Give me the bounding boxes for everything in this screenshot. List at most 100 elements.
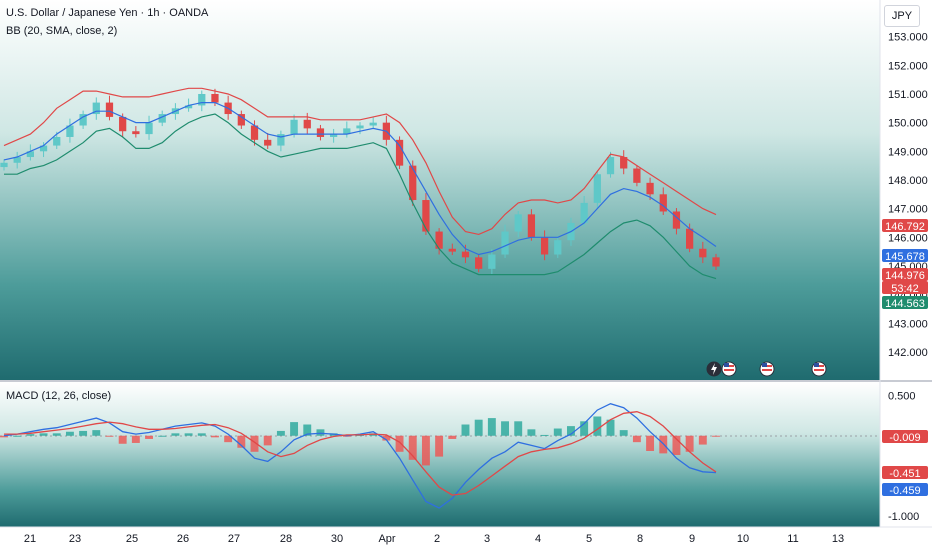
macd-histogram-bar [184,433,193,436]
time-tick-label: 30 [331,533,343,545]
macd-histogram-bar [92,430,101,436]
time-tick-label: 26 [177,533,189,545]
flag-canton [814,363,819,367]
macd-histogram-bar [646,435,655,451]
candle-body [646,182,654,195]
chart-canvas[interactable]: 142.000143.000144.000145.000146.000147.0… [0,0,932,550]
macd-histogram-bar [487,418,496,436]
flag-stripe [724,369,734,371]
time-tick-label: 2 [434,533,440,545]
macd-tick-label: -1.000 [888,511,919,523]
candle-body [488,254,496,269]
macd-tick-label: 0.500 [888,391,916,403]
candle-body [145,122,153,135]
price-label-text: 146.792 [885,221,925,233]
macd-histogram-bar [435,435,444,457]
macd-label-text: -0.459 [889,485,920,497]
candle-body [0,162,8,168]
price-tick-label: 149.000 [888,146,928,158]
macd-histogram-bar [13,435,22,437]
price-label-text: 144.976 [885,270,925,282]
macd-histogram-bar [158,435,167,437]
candle-body [461,251,470,258]
candle-body [211,93,219,103]
macd-histogram-bar [263,435,272,446]
candle-body [659,194,667,212]
price-tick-label: 148.000 [888,175,928,187]
macd-histogram-bar [211,435,219,438]
price-tick-label: 151.000 [888,89,928,101]
candle-body [422,200,430,232]
candle-body [53,136,61,146]
macd-histogram-bar [118,435,127,444]
price-tick-label: 150.000 [888,118,928,130]
candle-body [514,214,522,232]
price-label-text: 53:42 [891,283,919,295]
time-tick-label: 4 [535,533,541,545]
macd-label-text: -0.009 [889,432,920,444]
macd-histogram-bar [698,435,707,445]
macd-histogram-bar [553,428,562,436]
macd-legend[interactable]: MACD (12, 26, close) [6,390,111,402]
price-tick-label: 153.000 [888,32,928,44]
macd-histogram-bar [79,430,88,436]
candle-body [593,174,601,203]
candle-body [448,248,456,252]
time-tick-label: 23 [69,533,81,545]
price-tick-label: 143.000 [888,318,928,330]
macd-histogram-bar [39,433,48,436]
macd-histogram-bar [448,435,457,439]
time-tick-label: 8 [637,533,643,545]
candle-body [119,116,127,132]
time-tick-label: 10 [737,533,749,545]
macd-label-text: -0.451 [889,468,920,480]
chart-title: U.S. Dollar / Japanese Yen · 1h · OANDA [6,7,209,19]
candle-body [527,214,536,238]
time-tick-label: 3 [484,533,490,545]
macd-histogram-bar [26,434,35,436]
macd-histogram-bar [421,435,430,466]
candle-body [712,257,720,267]
candle-body [303,119,311,129]
price-label-text: 145.678 [885,251,925,263]
time-tick-label: 13 [832,533,844,545]
macd-histogram-bar [474,419,483,436]
candle-body [435,231,443,249]
macd-histogram-bar [395,435,404,452]
price-label-text: 144.563 [885,298,925,310]
time-tick-label: 9 [689,533,695,545]
price-pane-bg [0,0,880,380]
macd-histogram-bar [514,421,523,436]
macd-histogram-bar [527,429,536,436]
price-tick-label: 142.000 [888,347,928,359]
macd-histogram-bar [290,422,299,436]
candle-body [409,165,417,201]
bb-legend[interactable]: BB (20, SMA, close, 2) [6,25,117,37]
macd-histogram-bar [316,429,325,436]
price-tick-label: 147.000 [888,204,928,216]
candle-body [105,102,114,117]
candle-body [554,240,562,255]
time-tick-label: 5 [586,533,592,545]
macd-histogram-bar [593,416,602,436]
candle-body [475,257,483,269]
flag-canton [762,363,767,367]
time-tick-label: 21 [24,533,36,545]
candle-body [633,168,641,183]
time-tick-label: 28 [280,533,292,545]
macd-histogram-bar [276,430,285,436]
macd-histogram-bar [461,424,470,436]
flag-stripe [762,369,772,371]
time-tick-label: 11 [787,533,798,545]
macd-histogram-bar [65,431,74,436]
macd-histogram-bar [712,435,720,437]
macd-histogram-bar [105,435,114,437]
candle-body [369,122,377,126]
macd-histogram-bar [540,434,549,436]
currency-button[interactable]: JPY [884,5,920,27]
macd-histogram-bar [145,435,153,439]
chart-root: 142.000 143.000 144.000 145.000 146.000 147.0… [0,0,932,550]
candle-body [264,139,272,146]
macd-histogram-bar [171,433,180,436]
macd-histogram-bar [501,421,509,436]
